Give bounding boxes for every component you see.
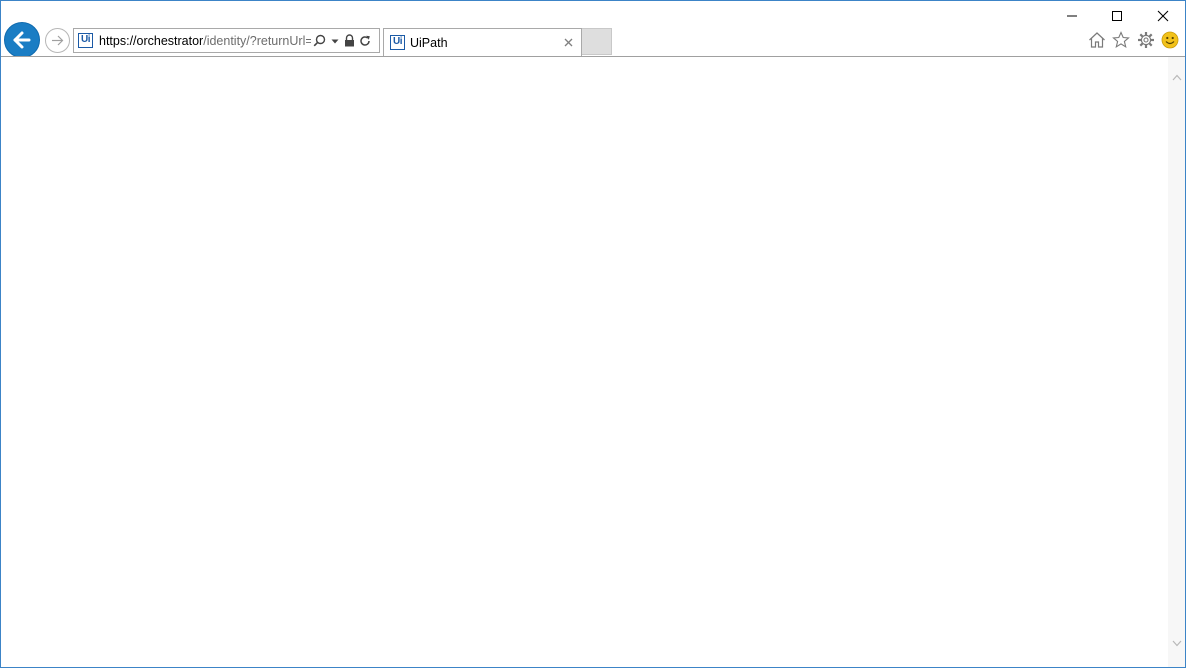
scroll-down-button[interactable]: [1168, 635, 1185, 652]
star-icon: [1112, 31, 1130, 48]
search-icon: [313, 34, 326, 47]
tab-favicon: Ui: [390, 35, 405, 50]
security-lock-button[interactable]: [341, 29, 357, 52]
refresh-button[interactable]: [357, 29, 373, 52]
minimize-button[interactable]: [1049, 1, 1094, 31]
favorites-button[interactable]: [1111, 30, 1131, 50]
smiley-icon: [1161, 31, 1179, 49]
address-bar[interactable]: Ui https://orchestrator/identity/?return…: [73, 28, 380, 53]
back-arrow-icon: [13, 31, 31, 49]
tab-title: UiPath: [410, 35, 448, 50]
lock-icon: [344, 34, 354, 47]
home-button[interactable]: [1087, 30, 1107, 50]
page-content: [1, 57, 1168, 667]
refresh-icon: [360, 35, 370, 46]
maximize-button[interactable]: [1094, 1, 1139, 31]
url-path: /identity/?returnUrl=: [203, 33, 311, 48]
close-window-button[interactable]: [1140, 1, 1185, 31]
home-icon: [1089, 32, 1105, 48]
minimize-icon: [1066, 15, 1077, 17]
feedback-button[interactable]: [1160, 30, 1180, 50]
url-text[interactable]: https://orchestrator/identity/?returnUrl…: [99, 34, 311, 48]
vertical-scrollbar[interactable]: [1168, 57, 1185, 667]
address-dropdown-button[interactable]: [328, 29, 341, 52]
forward-arrow-icon: [52, 35, 64, 46]
dropdown-icon: [331, 39, 338, 43]
tab-uipath[interactable]: Ui UiPath: [383, 28, 582, 56]
chevron-up-icon: [1172, 74, 1181, 81]
new-tab-button[interactable]: [582, 28, 612, 55]
settings-button[interactable]: [1136, 30, 1156, 50]
site-favicon: Ui: [78, 33, 93, 48]
close-icon: [564, 38, 572, 47]
browser-window: Ui https://orchestrator/identity/?return…: [0, 0, 1186, 668]
maximize-icon: [1111, 11, 1122, 21]
browser-chrome: Ui https://orchestrator/identity/?return…: [1, 1, 1185, 58]
search-button[interactable]: [311, 29, 328, 52]
gear-icon: [1138, 32, 1154, 48]
forward-button[interactable]: [45, 28, 70, 53]
close-tab-button[interactable]: [559, 34, 577, 52]
chevron-down-icon: [1172, 640, 1181, 647]
back-button[interactable]: [4, 22, 40, 58]
close-icon: [1157, 10, 1168, 22]
url-host: https://orchestrator: [99, 33, 204, 48]
scroll-up-button[interactable]: [1168, 69, 1185, 86]
